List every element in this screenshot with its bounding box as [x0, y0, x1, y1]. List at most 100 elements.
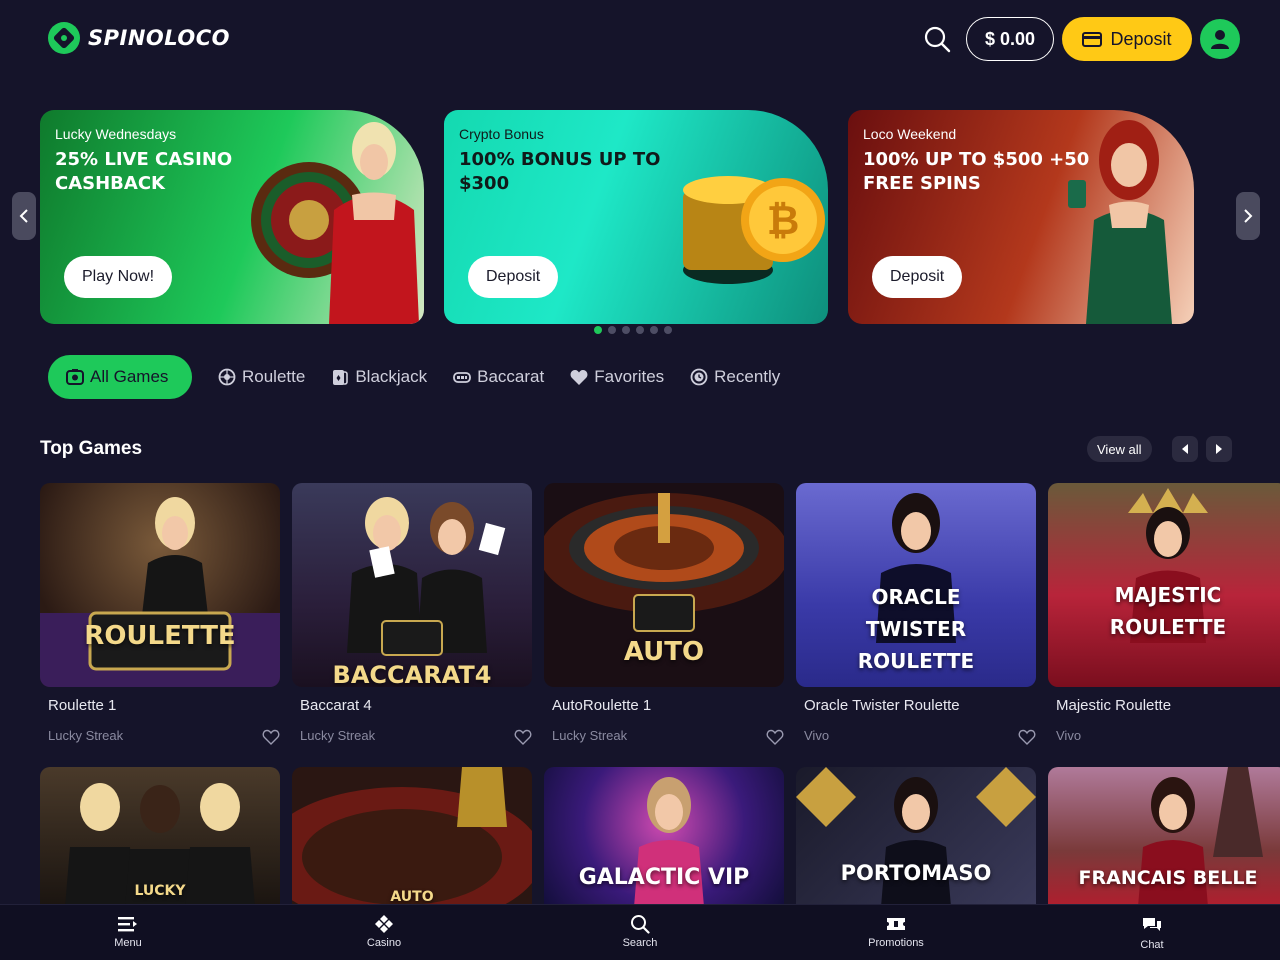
site-logo[interactable]: SPINOLOCO	[48, 22, 230, 54]
game-thumbnail[interactable]: ORACLE TWISTER ROULETTE	[796, 483, 1036, 687]
casino-chip-icon	[66, 369, 84, 385]
nav-menu[interactable]: Menu	[78, 913, 178, 949]
carousel-prev-button[interactable]	[12, 192, 36, 240]
tab-blackjack[interactable]: Blackjack	[331, 355, 427, 399]
heart-outline-icon[interactable]	[262, 729, 280, 745]
game-name: Baccarat 4	[300, 697, 372, 714]
banner-title: 100% BONUS UP TO $300	[459, 149, 661, 194]
chevron-right-icon	[1244, 209, 1253, 223]
carousel-pagination	[594, 326, 672, 334]
tab-recently[interactable]: Recently	[690, 355, 780, 399]
game-card[interactable]: AUTO	[292, 767, 532, 907]
game-art-title: ROULETTE	[84, 621, 236, 651]
game-provider: Lucky Streak	[48, 728, 124, 743]
play-now-button[interactable]: Play Now!	[64, 256, 173, 298]
game-art	[796, 767, 1036, 907]
tab-label: Recently	[714, 367, 781, 386]
carousel-dot[interactable]	[594, 326, 602, 334]
promo-banner-cashback[interactable]: Lucky Wednesdays 25% LIVE CASINO CASHBAC…	[40, 110, 424, 324]
deposit-button[interactable]: Deposit	[1062, 17, 1192, 61]
game-provider: Lucky Streak	[552, 728, 628, 743]
promo-banner-crypto[interactable]: ₿ Crypto Bonus 100% BONUS UP TO $300 Dep…	[444, 110, 828, 324]
games-next-button[interactable]	[1206, 436, 1232, 462]
banner-art-bitcoin-coins: ₿	[683, 176, 825, 284]
tab-favorites[interactable]: Favorites	[570, 355, 664, 399]
game-card[interactable]: AUTO AutoRoulette 1 Lucky Streak	[544, 483, 784, 745]
game-thumbnail[interactable]: GALACTIC VIP	[544, 767, 784, 907]
game-thumbnail[interactable]: ROULETTE	[40, 483, 280, 687]
view-all-button[interactable]: View all	[1087, 436, 1152, 462]
game-art-title: MAJESTIC ROULETTE	[1109, 583, 1227, 639]
game-thumbnail[interactable]: FRANCAIS BELLE	[1048, 767, 1280, 907]
logo-icon	[48, 22, 80, 54]
nav-label: Casino	[366, 937, 402, 949]
game-card[interactable]: LUCKY	[40, 767, 280, 907]
game-thumbnail[interactable]: LUCKY	[40, 767, 280, 907]
deposit-cta-button[interactable]: Deposit	[468, 256, 559, 298]
game-thumbnail[interactable]: MAJESTIC ROULETTE	[1048, 483, 1280, 687]
nav-label: Menu	[114, 937, 142, 949]
carousel-dot[interactable]	[650, 326, 658, 334]
game-thumbnail[interactable]: BACCARAT4	[292, 483, 532, 687]
game-thumbnail[interactable]: AUTO	[292, 767, 532, 907]
chevron-left-icon	[19, 209, 28, 223]
game-art	[347, 497, 506, 656]
nav-search[interactable]: Search	[590, 913, 690, 949]
tab-all-games[interactable]: All Games	[48, 355, 192, 399]
svg-text:₿: ₿	[767, 198, 800, 244]
user-avatar-icon[interactable]	[1200, 19, 1240, 59]
wallet-icon	[1082, 32, 1103, 47]
search-icon[interactable]	[922, 24, 952, 54]
heart-outline-icon[interactable]	[514, 729, 532, 745]
nav-promotions[interactable]: Promotions	[846, 913, 946, 949]
tab-label: Roulette	[242, 367, 306, 386]
game-art-title: AUTO	[623, 637, 705, 667]
tab-label: All Games	[90, 367, 169, 386]
heart-outline-icon[interactable]	[766, 729, 784, 745]
carousel-dot[interactable]	[622, 326, 630, 334]
promo-banner-weekend[interactable]: Loco Weekend 100% UP TO $500 +50 FREE SP…	[848, 110, 1194, 324]
carousel-next-button[interactable]	[1236, 192, 1260, 240]
cards-icon	[333, 370, 349, 385]
deposit-cta-button[interactable]: Deposit	[872, 256, 963, 298]
deposit-label: Deposit	[1110, 28, 1172, 49]
heart-icon	[570, 369, 588, 385]
carousel-dot[interactable]	[608, 326, 616, 334]
casino-icon	[375, 915, 393, 933]
section-title: Top Games	[40, 438, 143, 459]
roulette-icon	[218, 368, 236, 386]
logo-text: SPINOLOCO	[88, 26, 231, 50]
game-card[interactable]: PORTOMASO	[796, 767, 1036, 907]
game-card[interactable]: GALACTIC VIP	[544, 767, 784, 907]
game-provider: Vivo	[804, 728, 830, 743]
carousel-dot[interactable]	[636, 326, 644, 334]
baccarat-icon	[453, 372, 472, 383]
game-art-title: LUCKY	[134, 883, 186, 899]
balance-display[interactable]: $ 0.00	[966, 17, 1054, 61]
banner-kicker: Crypto Bonus	[459, 126, 544, 142]
tab-baccarat[interactable]: Baccarat	[453, 355, 544, 399]
game-thumbnail[interactable]: PORTOMASO	[796, 767, 1036, 907]
game-card[interactable]: FRANCAIS BELLE	[1048, 767, 1280, 907]
game-thumbnail[interactable]: AUTO	[544, 483, 784, 687]
game-art-title: AUTO	[390, 889, 434, 905]
game-art	[40, 497, 280, 687]
clock-icon	[690, 368, 708, 386]
heart-outline-icon[interactable]	[1018, 729, 1036, 745]
game-art-title: PORTOMASO	[840, 861, 992, 885]
game-name: AutoRoulette 1	[552, 697, 652, 714]
games-prev-button[interactable]	[1172, 436, 1198, 462]
game-card[interactable]: BACCARAT4 Baccarat 4 Lucky Streak	[292, 483, 532, 745]
tab-roulette[interactable]: Roulette	[218, 355, 305, 399]
game-card[interactable]: ORACLE TWISTER ROULETTE Oracle Twister R…	[796, 483, 1036, 745]
nav-chat[interactable]: Chat	[1102, 915, 1202, 951]
game-card[interactable]: MAJESTIC ROULETTE Majestic Roulette Vivo	[1048, 483, 1280, 743]
carousel-dot[interactable]	[664, 326, 672, 334]
game-art-title: ORACLE TWISTER ROULETTE	[857, 585, 975, 673]
chat-icon	[1143, 918, 1161, 931]
nav-casino[interactable]: Casino	[334, 913, 434, 949]
caret-right-icon	[1216, 444, 1222, 454]
game-card[interactable]: ROULETTE Roulette 1 Lucky Streak	[40, 483, 280, 745]
game-provider: Lucky Streak	[300, 728, 376, 743]
game-name: Roulette 1	[48, 697, 117, 714]
